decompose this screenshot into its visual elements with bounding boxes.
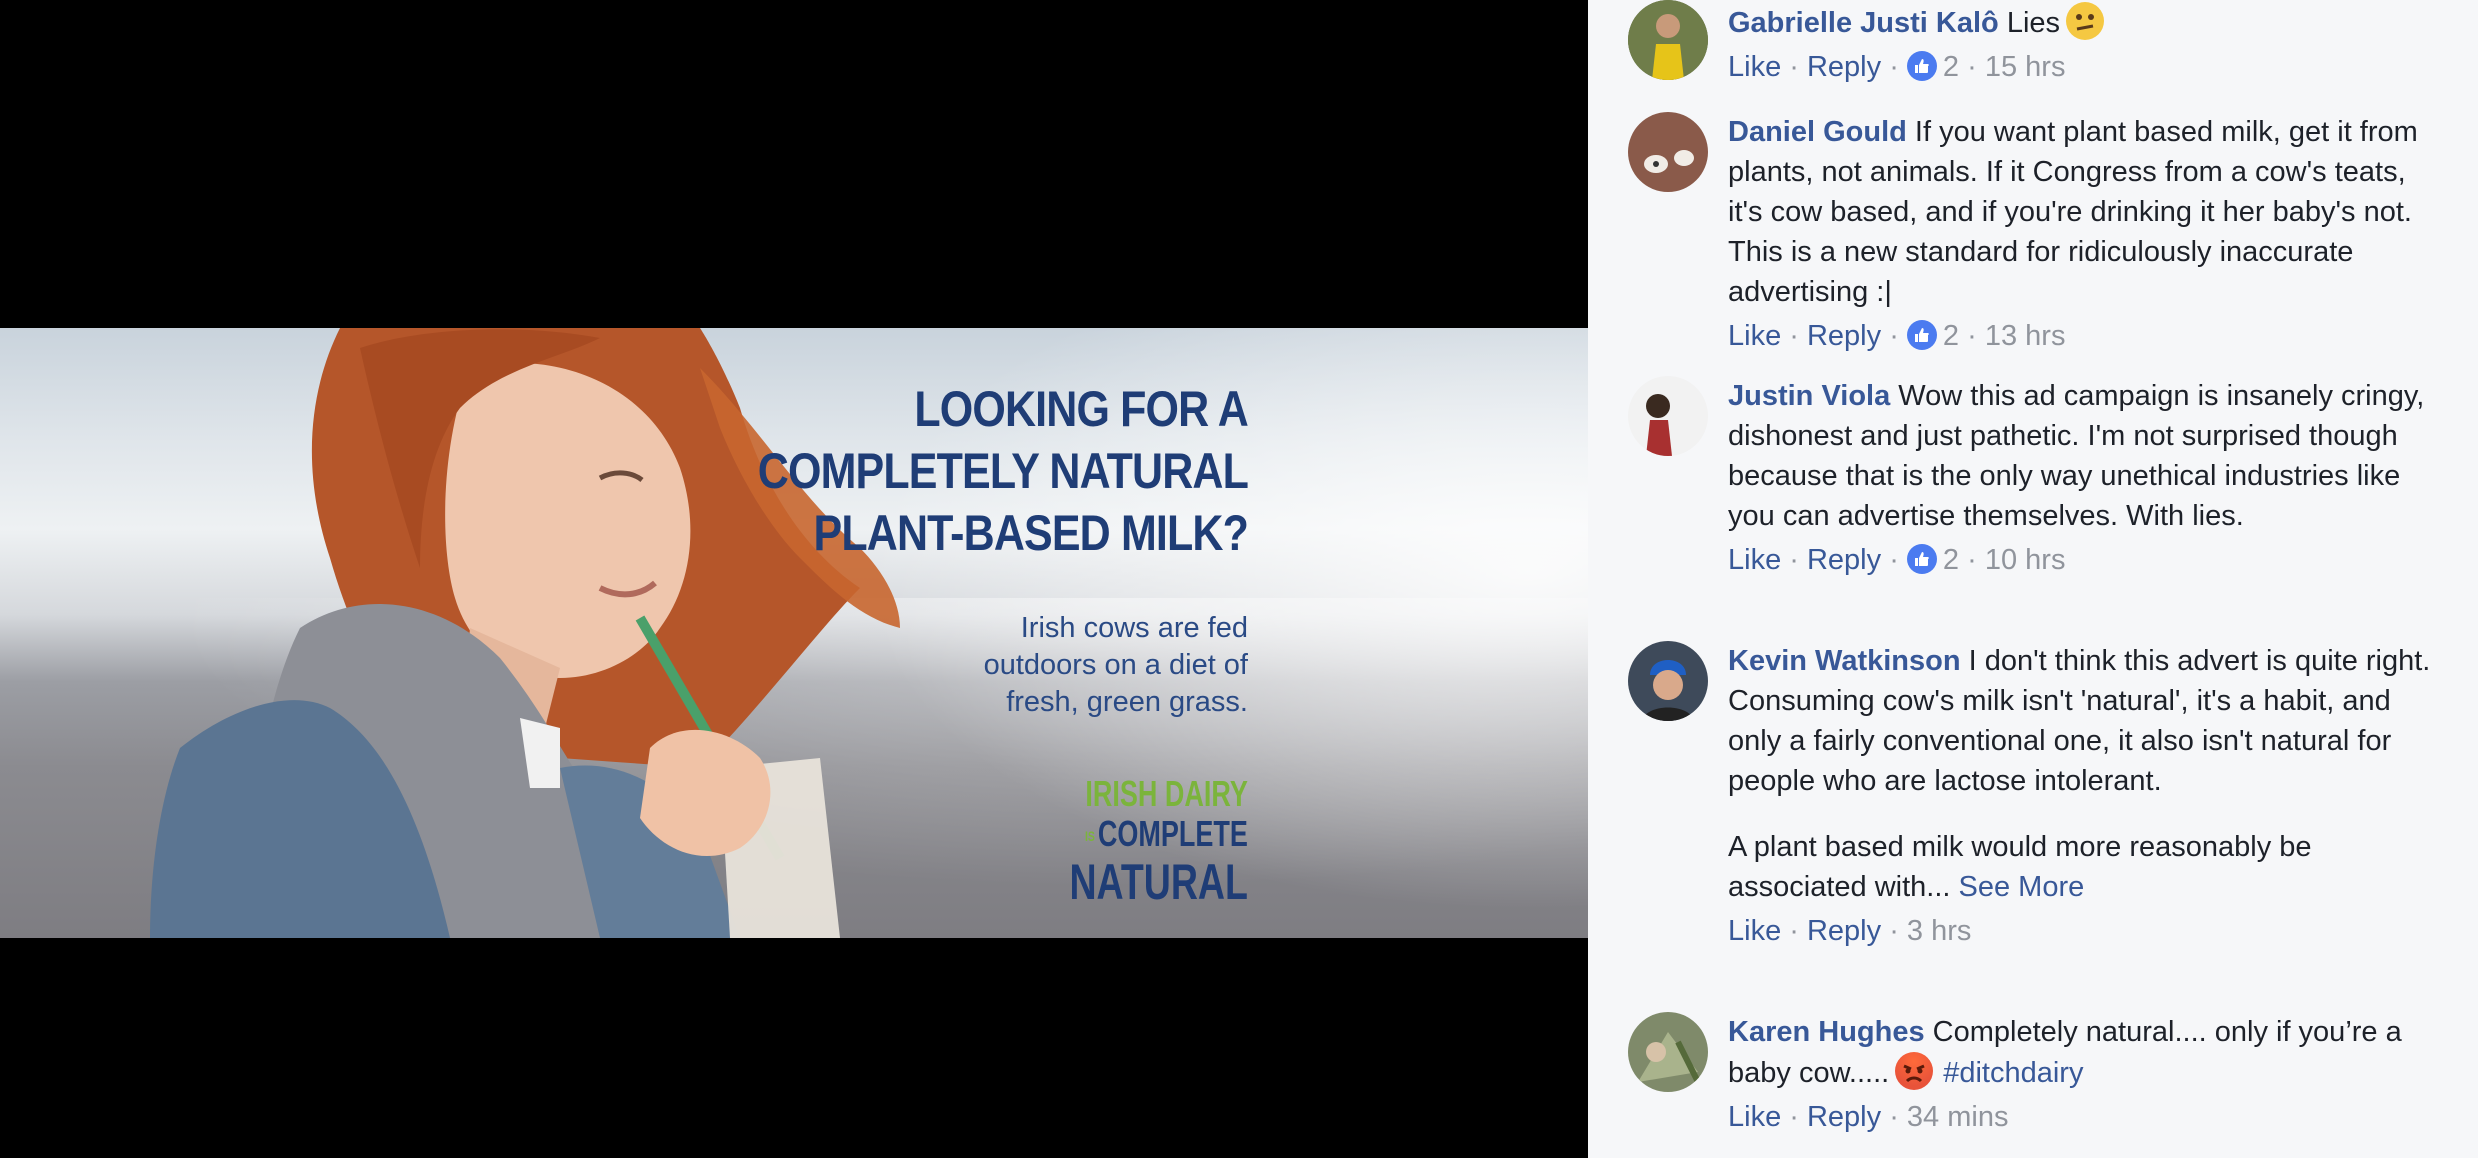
comment-author[interactable]: Justin Viola	[1728, 380, 1890, 412]
avatar-photo	[1628, 1012, 1708, 1092]
comment-text: Karen Hughes Completely natural.... only…	[1728, 1012, 2448, 1093]
separator: ·	[1881, 51, 1907, 83]
comment-body: Daniel Gould If you want plant based mil…	[1728, 112, 2448, 356]
comment-author[interactable]: Kevin Watkinson	[1728, 645, 1961, 677]
avatar[interactable]	[1628, 0, 1708, 80]
comment-body: Karen Hughes Completely natural.... only…	[1728, 1012, 2448, 1137]
avatar[interactable]	[1628, 112, 1708, 192]
comment-text-continued: A plant based milk would more reasonably…	[1728, 827, 2448, 907]
comment-time[interactable]: 3 hrs	[1907, 915, 1971, 947]
like-count[interactable]: 2	[1943, 544, 1959, 576]
thumbs-up-icon[interactable]	[1906, 320, 1937, 350]
thumbs-up-icon[interactable]	[1906, 544, 1937, 574]
separator: ·	[1959, 320, 1985, 352]
comment-time[interactable]: 10 hrs	[1985, 544, 2066, 576]
comment-body: Kevin Watkinson I don't think this adver…	[1728, 641, 2448, 951]
hashtag-link[interactable]: #ditchdairy	[1943, 1057, 2083, 1089]
like-link[interactable]: Like	[1728, 51, 1781, 83]
comment-text: Gabrielle Justi Kalô Lies	[1728, 2, 2448, 43]
like-link[interactable]: Like	[1728, 1101, 1781, 1133]
separator: ·	[1781, 544, 1807, 576]
ad-headline: LOOKING FOR A COMPLETELY NATURAL PLANT-B…	[757, 378, 1249, 564]
separator: ·	[1781, 1101, 1807, 1133]
comment-text: Daniel Gould If you want plant based mil…	[1728, 112, 2448, 312]
logo-line-3: NATURAL	[1069, 854, 1248, 911]
comment-text: Justin Viola Wow this ad campaign is ins…	[1728, 376, 2448, 536]
irish-dairy-logo: IRISH DAIRY ISCOMPLETE NATURAL	[1069, 773, 1248, 911]
separator: ·	[1881, 544, 1907, 576]
ad-subline-line: fresh, green grass.	[1006, 686, 1248, 718]
reply-link[interactable]: Reply	[1807, 915, 1881, 947]
comment-actions: Like · Reply · 34 mins	[1728, 1097, 2448, 1137]
see-more-link[interactable]: See More	[1959, 871, 2085, 903]
comment-body: Gabrielle Justi Kalô Lies Like · Reply ·…	[1728, 0, 2448, 87]
comment-time[interactable]: 13 hrs	[1985, 320, 2066, 352]
separator: ·	[1881, 915, 1907, 947]
like-link[interactable]: Like	[1728, 544, 1781, 576]
comment-body: Justin Viola Wow this ad campaign is ins…	[1728, 376, 2448, 580]
avatar-photo	[1628, 376, 1708, 456]
avatar-photo	[1628, 112, 1708, 192]
comment-time[interactable]: 34 mins	[1907, 1101, 2009, 1133]
logo-line-1: IRISH DAIRY	[1085, 773, 1248, 814]
photo-viewer: LOOKING FOR A COMPLETELY NATURAL PLANT-B…	[0, 0, 1588, 1158]
reply-link[interactable]: Reply	[1807, 51, 1881, 83]
ad-headline-line: COMPLETELY NATURAL	[757, 443, 1249, 499]
comments-panel: Gabrielle Justi Kalô Lies Like · Reply ·…	[1588, 0, 2478, 1158]
separator: ·	[1959, 51, 1985, 83]
angry-face-icon	[1895, 1052, 1934, 1090]
avatar-photo	[1628, 0, 1708, 80]
ad-image: LOOKING FOR A COMPLETELY NATURAL PLANT-B…	[0, 328, 1588, 938]
separator: ·	[1781, 915, 1807, 947]
ad-subline-line: outdoors on a diet of	[983, 649, 1248, 681]
comment-actions: Like · Reply · 2 · 10 hrs	[1728, 540, 2448, 580]
logo-small-word: IS	[1085, 828, 1095, 845]
logo-line-2: ISCOMPLETE	[1070, 814, 1248, 856]
comment-text: Kevin Watkinson I don't think this adver…	[1728, 641, 2448, 801]
comment-actions: Like · Reply · 2 · 15 hrs	[1728, 47, 2448, 87]
avatar[interactable]	[1628, 1012, 1708, 1092]
like-link[interactable]: Like	[1728, 915, 1781, 947]
comment-author[interactable]: Daniel Gould	[1728, 116, 1907, 148]
like-link[interactable]: Like	[1728, 320, 1781, 352]
ad-headline-line: LOOKING FOR A	[914, 381, 1248, 437]
comment-message: Lies	[2006, 7, 2061, 39]
confused-face-icon	[2066, 2, 2105, 40]
logo-line-2-text: COMPLETE	[1097, 813, 1248, 854]
reply-link[interactable]: Reply	[1807, 544, 1881, 576]
ad-headline-line: PLANT-BASED MILK?	[813, 505, 1249, 561]
separator: ·	[1959, 544, 1985, 576]
avatar[interactable]	[1628, 376, 1708, 456]
separator: ·	[1781, 320, 1807, 352]
ad-subline-line: Irish cows are fed	[1020, 612, 1248, 644]
comment-author[interactable]: Karen Hughes	[1728, 1016, 1925, 1048]
comment-actions: Like · Reply · 2 · 13 hrs	[1728, 316, 2448, 356]
comment-actions: Like · Reply · 3 hrs	[1728, 911, 2448, 951]
avatar-photo	[1628, 641, 1708, 721]
reply-link[interactable]: Reply	[1807, 320, 1881, 352]
like-count[interactable]: 2	[1943, 320, 1959, 352]
separator: ·	[1781, 51, 1807, 83]
comment-author[interactable]: Gabrielle Justi Kalô	[1728, 7, 1999, 39]
ad-subline: Irish cows are fed outdoors on a diet of…	[984, 610, 1248, 721]
avatar[interactable]	[1628, 641, 1708, 721]
separator: ·	[1881, 1101, 1907, 1133]
comment-time[interactable]: 15 hrs	[1985, 51, 2066, 83]
thumbs-up-icon[interactable]	[1906, 51, 1937, 81]
reply-link[interactable]: Reply	[1807, 1101, 1881, 1133]
like-count[interactable]: 2	[1943, 51, 1959, 83]
separator: ·	[1881, 320, 1907, 352]
